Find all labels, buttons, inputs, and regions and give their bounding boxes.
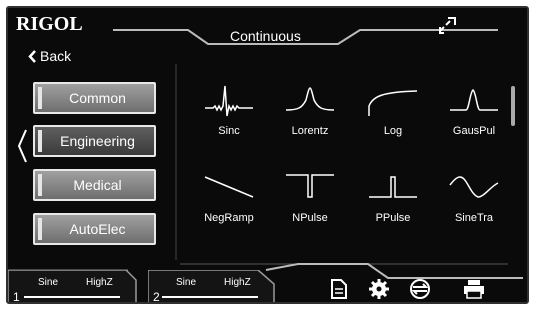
channel-2-impedance: HighZ <box>224 277 251 288</box>
back-button[interactable]: Back <box>28 48 71 64</box>
category-label: AutoElec <box>69 221 126 237</box>
waveform-gauspul[interactable]: GausPul <box>436 82 512 146</box>
scrollbar-thumb[interactable] <box>511 86 515 126</box>
negramp-wave-icon <box>204 176 254 198</box>
file-icon[interactable] <box>330 278 348 300</box>
category-common-button[interactable]: Common <box>33 82 156 114</box>
channel-1-impedance: HighZ <box>86 277 113 288</box>
usb-connection-icon <box>439 17 456 34</box>
waveform-log[interactable]: Log <box>355 82 431 146</box>
category-label: Engineering <box>60 133 135 149</box>
waveform-sinetra[interactable]: SineTra <box>436 169 512 233</box>
button-tab <box>38 174 42 196</box>
waveform-sinc[interactable]: Sinc <box>191 82 267 146</box>
brand-logo: RIGOL <box>16 13 83 35</box>
gear-icon[interactable] <box>368 278 390 300</box>
sinetra-wave-icon <box>449 176 499 198</box>
waveform-label: SineTra <box>454 212 494 224</box>
printer-icon[interactable] <box>462 278 486 300</box>
category-label: Common <box>69 90 126 106</box>
ppulse-wave-icon <box>369 176 417 198</box>
waveform-label: PPulse <box>375 212 411 224</box>
chevron-left-icon <box>28 49 36 63</box>
category-medical-button[interactable]: Medical <box>33 169 156 201</box>
channel-1-wave: Sine <box>38 277 59 288</box>
button-tab <box>38 218 42 240</box>
waveform-ppulse[interactable]: PPulse <box>355 169 431 233</box>
bracket-left-icon <box>17 129 27 163</box>
waveform-npulse[interactable]: NPulse <box>272 169 348 233</box>
waveform-label: Log <box>383 125 403 137</box>
waveform-label: NPulse <box>292 212 328 224</box>
channel-1-panel[interactable]: 1 Sine HighZ <box>8 270 138 304</box>
waveform-label: GausPul <box>452 125 496 137</box>
button-tab <box>38 87 42 109</box>
waveform-lorentz[interactable]: Lorentz <box>272 82 348 146</box>
category-autoelec-button[interactable]: AutoElec <box>33 213 156 245</box>
waveform-label: Sinc <box>218 125 240 137</box>
log-wave-icon <box>368 90 418 116</box>
waveform-label: Lorentz <box>291 125 329 137</box>
category-label: Medical <box>73 177 122 193</box>
channel-1-frame <box>8 270 137 302</box>
channel-1-number: 1 <box>13 290 20 304</box>
channel-2-wave: Sine <box>176 277 197 288</box>
button-tab <box>38 130 42 152</box>
mode-title: Continuous <box>230 28 301 44</box>
sinc-wave-icon <box>205 85 253 117</box>
category-engineering-button[interactable]: Engineering <box>33 125 156 157</box>
npulse-wave-icon <box>286 174 334 198</box>
waveform-negramp[interactable]: NegRamp <box>191 169 267 233</box>
channel-2-frame <box>148 270 275 302</box>
gauss-pulse-wave-icon <box>450 89 498 111</box>
generator-screen: RIGOL Continuous Back Common Engineering… <box>6 6 529 304</box>
sync-icon[interactable] <box>408 278 432 300</box>
waveform-label: NegRamp <box>204 212 254 224</box>
channel-2-number: 2 <box>153 290 160 304</box>
lorentz-wave-icon <box>285 87 335 111</box>
back-label: Back <box>40 48 72 64</box>
channel-2-panel[interactable]: 2 Sine HighZ <box>148 270 278 304</box>
